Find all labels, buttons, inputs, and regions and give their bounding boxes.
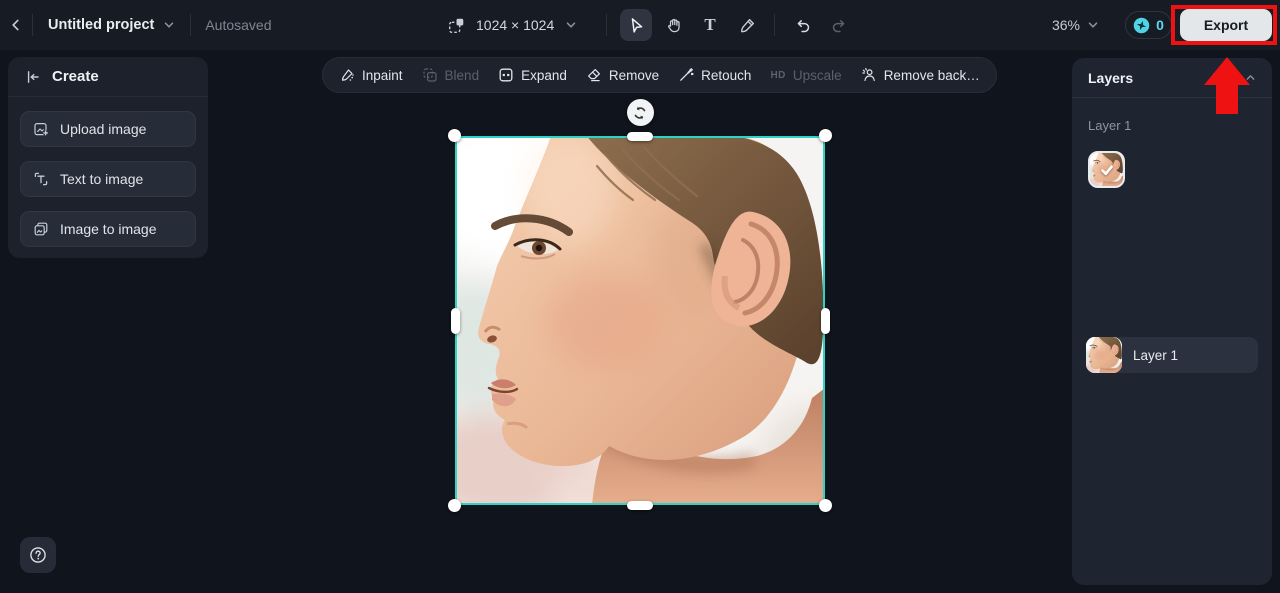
retouch-wand-icon [678, 67, 694, 83]
export-highlight-box [1171, 5, 1277, 45]
resize-handle-top-right[interactable] [819, 129, 832, 142]
resize-handle-left[interactable] [451, 308, 460, 334]
back-button[interactable] [0, 9, 32, 41]
layer-name: Layer 1 [1133, 348, 1178, 363]
ai-action-bar: Inpaint Blend Expand [322, 57, 997, 93]
upload-image-button[interactable]: Upload image [20, 111, 196, 147]
remove-background-button[interactable]: Remove back… [861, 67, 980, 83]
chevron-down-icon [565, 19, 577, 31]
spark-icon [1133, 17, 1150, 34]
blend-icon [422, 67, 438, 83]
resize-canvas-icon [448, 17, 465, 34]
question-icon [29, 546, 47, 564]
divider [606, 14, 607, 36]
image-to-image-icon [33, 221, 49, 237]
resize-handle-bottom[interactable] [627, 501, 653, 510]
blend-button[interactable]: Blend [422, 67, 480, 83]
remove-label: Remove [609, 68, 659, 83]
layer-thumbnail [1086, 337, 1122, 373]
expand-button[interactable]: Expand [498, 67, 567, 83]
zoom-level-value: 36% [1052, 17, 1080, 33]
upscale-button[interactable]: HD Upscale [770, 68, 841, 83]
remove-background-icon [861, 67, 877, 83]
text-to-image-label: Text to image [60, 171, 143, 187]
expand-label: Expand [521, 68, 567, 83]
inpaint-label: Inpaint [362, 68, 403, 83]
create-panel-title: Create [52, 68, 99, 85]
layers-panel-title: Layers [1088, 70, 1133, 86]
retouch-label: Retouch [701, 68, 751, 83]
help-button[interactable] [20, 537, 56, 573]
eraser-icon [586, 67, 602, 83]
check-icon [1090, 153, 1123, 186]
resize-handle-top[interactable] [627, 132, 653, 141]
canvas-size-value: 1024 × 1024 [476, 17, 554, 33]
zoom-level-selector[interactable]: 36% [1052, 17, 1099, 33]
credits-badge[interactable]: 0 [1125, 11, 1172, 39]
brush-tool-button[interactable] [731, 9, 763, 41]
chevron-down-icon [1087, 19, 1099, 31]
create-panel: Create Upload image [8, 57, 208, 258]
canvas-image[interactable] [455, 136, 825, 505]
redo-icon [831, 17, 848, 34]
rotate-handle[interactable] [627, 99, 654, 126]
remove-button[interactable]: Remove [586, 67, 659, 83]
expand-icon [498, 67, 514, 83]
resize-handle-bottom-left[interactable] [448, 499, 461, 512]
project-name-menu[interactable]: Untitled project [33, 0, 190, 50]
tool-group: T [600, 0, 855, 50]
layer-list-item[interactable]: Layer 1 [1086, 337, 1258, 373]
collapse-panel-icon[interactable] [25, 69, 41, 85]
layers-panel: Layers Hide Layer 1 Layer 1 [1072, 58, 1272, 585]
hd-icon: HD [770, 70, 785, 81]
credits-count: 0 [1156, 17, 1164, 33]
undo-button[interactable] [786, 9, 818, 41]
text-tool-button[interactable]: T [694, 9, 726, 41]
resize-handle-right[interactable] [821, 308, 830, 334]
top-bar: Untitled project Autosaved 1024 × 1024 [0, 0, 1280, 50]
rotate-icon [632, 105, 648, 121]
chevron-down-icon [163, 19, 175, 31]
text-tool-icon: T [704, 15, 715, 35]
brush-icon [739, 17, 756, 34]
upload-image-label: Upload image [60, 121, 146, 137]
layer-group-label: Layer 1 [1088, 118, 1131, 133]
canvas-size-selector[interactable]: 1024 × 1024 [448, 0, 577, 50]
project-title: Untitled project [48, 17, 154, 33]
retouch-button[interactable]: Retouch [678, 67, 751, 83]
select-tool-button[interactable] [620, 9, 652, 41]
inpaint-brush-icon [339, 67, 355, 83]
redo-button[interactable] [823, 9, 855, 41]
text-to-image-button[interactable]: Text to image [20, 161, 196, 197]
undo-icon [794, 17, 811, 34]
upscale-label: Upscale [793, 68, 842, 83]
divider [190, 14, 191, 36]
cursor-icon [628, 17, 645, 34]
portrait-image [455, 136, 825, 505]
autosave-status: Autosaved [205, 17, 271, 33]
remove-background-label: Remove back… [884, 68, 980, 83]
image-to-image-button[interactable]: Image to image [20, 211, 196, 247]
hand-tool-button[interactable] [657, 9, 689, 41]
resize-handle-bottom-right[interactable] [819, 499, 832, 512]
text-to-image-icon [33, 171, 49, 187]
export-pointer-arrow-stem [1216, 84, 1238, 114]
upload-image-icon [33, 121, 49, 137]
image-editor-app: Untitled project Autosaved 1024 × 1024 [0, 0, 1280, 593]
image-to-image-label: Image to image [60, 221, 157, 237]
resize-handle-top-left[interactable] [448, 129, 461, 142]
hand-icon [665, 17, 682, 34]
divider [774, 14, 775, 36]
selected-layer-thumbnail[interactable] [1088, 151, 1125, 188]
export-pointer-arrow [1204, 57, 1250, 85]
blend-label: Blend [445, 68, 480, 83]
chevron-left-icon [8, 17, 24, 33]
inpaint-button[interactable]: Inpaint [339, 67, 403, 83]
